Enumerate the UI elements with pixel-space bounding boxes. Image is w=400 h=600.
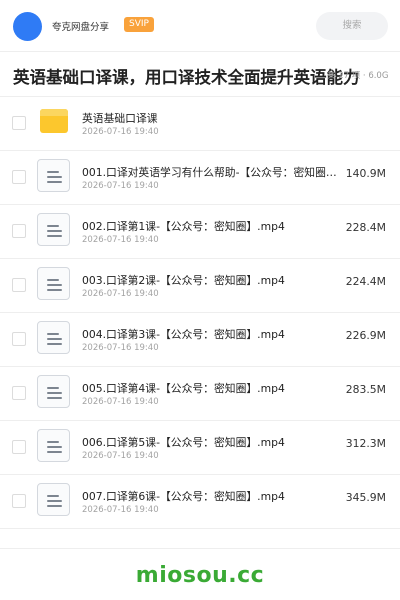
checkbox[interactable] [12,224,26,238]
footer: miosou.cc [0,548,400,600]
item-date: 2026-07-16 19:40 [82,397,159,407]
item-size: 345.9M [345,491,386,504]
item-date: 2026-07-16 19:40 [82,343,159,353]
share-title: 英语基础口译课，用口译技术全面提升英语能力 [13,68,360,87]
checkbox[interactable] [12,170,26,184]
checkbox[interactable] [12,332,26,346]
list-item[interactable]: 英语基础口译课 2026-07-16 19:40 [0,97,400,151]
item-date: 2026-07-16 19:40 [82,505,159,515]
avatar[interactable] [13,12,42,41]
item-size: 224.4M [345,275,386,288]
file-icon [37,267,70,300]
folder-icon [40,109,68,133]
item-size: 312.3M [345,437,386,450]
checkbox[interactable] [12,116,26,130]
file-icon [37,213,70,246]
item-name: 001.口译对英语学习有什么帮助-【公众号：密知圈】.mp4 [82,166,344,179]
watermark: miosou.cc [135,563,265,588]
list-item[interactable]: 007.口译第6课-【公众号：密知圈】.mp4 2026-07-16 19:40 3… [0,475,400,529]
file-list: 英语基础口译课 2026-07-16 19:40 001.口译对英语学习有什么帮助-… [0,97,400,529]
share-meta: 共 27 项 · 6.0G [327,71,389,81]
checkbox[interactable] [12,278,26,292]
list-item[interactable]: 006.口译第5课-【公众号：密知圈】.mp4 2026-07-16 19:40 3… [0,421,400,475]
item-name: 英语基础口译课 [82,112,158,125]
item-name: 005.口译第4课-【公众号：密知圈】.mp4 [82,382,285,395]
item-size: 226.9M [345,329,386,342]
file-icon [37,159,70,192]
item-date: 2026-07-16 19:40 [82,127,159,137]
item-name: 004.口译第3课-【公众号：密知圈】.mp4 [82,328,285,341]
file-icon [37,375,70,408]
svip-badge: SVIP [124,17,154,32]
item-name: 007.口译第6课-【公众号：密知圈】.mp4 [82,490,285,503]
item-name: 002.口译第1课-【公众号：密知圈】.mp4 [82,220,285,233]
item-date: 2026-07-16 19:40 [82,289,159,299]
brand-name: 夸克网盘分享 [52,22,110,33]
checkbox[interactable] [12,386,26,400]
checkbox[interactable] [12,494,26,508]
list-item[interactable]: 001.口译对英语学习有什么帮助-【公众号：密知圈】.mp4 2026-07-16… [0,151,400,205]
list-item[interactable]: 003.口译第2课-【公众号：密知圈】.mp4 2026-07-16 19:40 2… [0,259,400,313]
file-icon [37,429,70,462]
list-item[interactable]: 005.口译第4课-【公众号：密知圈】.mp4 2026-07-16 19:40 2… [0,367,400,421]
search-button[interactable]: 搜索 [316,12,388,40]
top-bar: 夸克网盘分享 SVIP 搜索 [0,0,400,52]
list-item[interactable]: 004.口译第3课-【公众号：密知圈】.mp4 2026-07-16 19:40 2… [0,313,400,367]
item-size: 140.9M [345,167,386,180]
item-date: 2026-07-16 19:40 [82,451,159,461]
checkbox[interactable] [12,440,26,454]
file-icon [37,483,70,516]
item-name: 006.口译第5课-【公众号：密知圈】.mp4 [82,436,285,449]
item-date: 2026-07-16 19:40 [82,181,159,191]
file-icon [37,321,70,354]
item-size: 283.5M [345,383,386,396]
item-name: 003.口译第2课-【公众号：密知圈】.mp4 [82,274,285,287]
item-date: 2026-07-16 19:40 [82,235,159,245]
list-item[interactable]: 002.口译第1课-【公众号：密知圈】.mp4 2026-07-16 19:40 2… [0,205,400,259]
item-size: 228.4M [345,221,386,234]
